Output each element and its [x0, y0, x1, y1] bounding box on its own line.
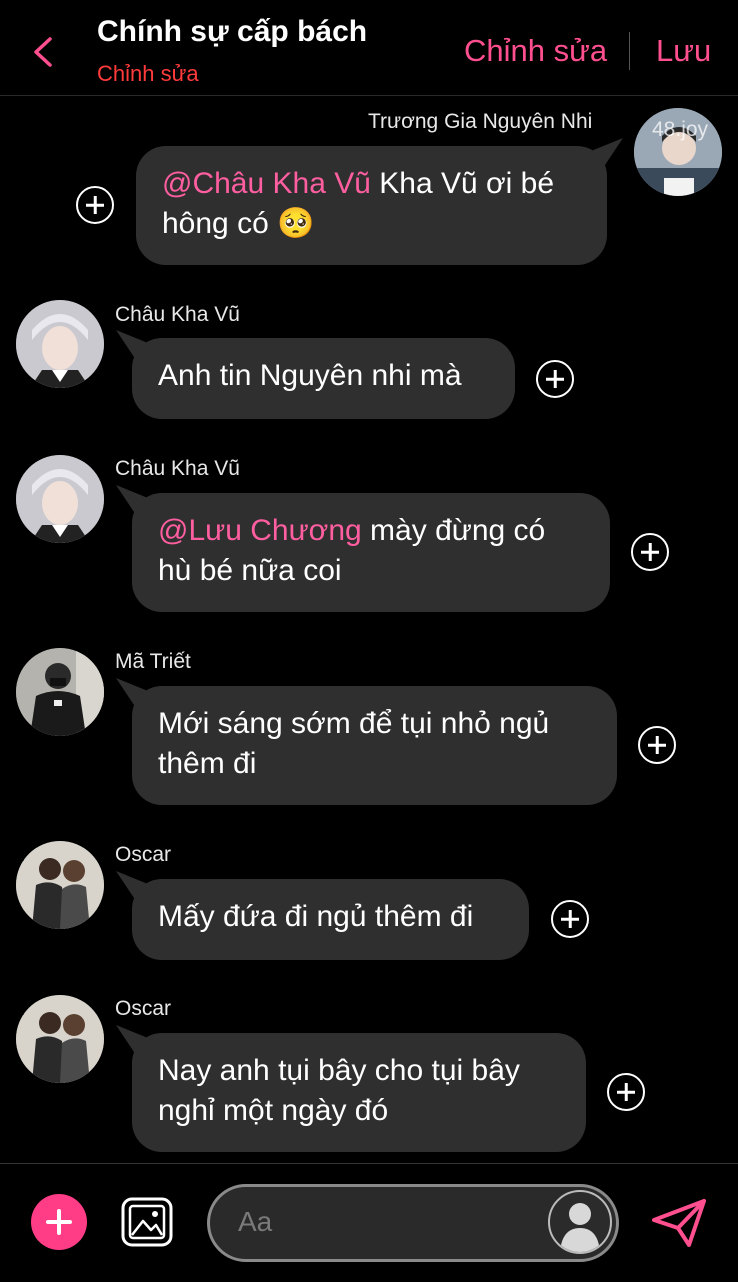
sender-name: Oscar: [115, 997, 172, 1020]
send-icon[interactable]: [651, 1198, 707, 1248]
add-reaction-icon[interactable]: [638, 726, 676, 764]
message-text: thêm đi: [158, 747, 257, 780]
add-reaction-icon[interactable]: [631, 533, 669, 571]
sender-name: Trương Gia Nguyên Nhi: [368, 110, 593, 133]
message-line: @Châu Kha Vũ Kha Vũ ơi bé: [162, 164, 581, 204]
message-text: mày đừng có: [361, 514, 546, 547]
message-bubble[interactable]: Anh tin Nguyên nhi mà: [132, 338, 515, 419]
avatar-photo-icon: [16, 648, 104, 736]
chat-title: Chính sự cấp bách: [97, 15, 368, 48]
message-text: Anh tin Nguyên nhi mà: [158, 359, 462, 392]
mention-tag[interactable]: @Châu Kha Vũ: [162, 167, 371, 200]
avatar[interactable]: [16, 841, 104, 929]
avatar-photo-icon: [16, 841, 104, 929]
sender-name: Mã Triết: [115, 650, 191, 673]
chat-header: Chính sự cấp bách Chỉnh sửa Chỉnh sửa Lư…: [0, 0, 738, 96]
composer-bar: Aa: [0, 1163, 738, 1282]
back-chevron-icon[interactable]: [30, 36, 56, 68]
sender-name: Châu Kha Vũ: [115, 303, 240, 326]
message-text: hù bé nữa coi: [158, 554, 342, 587]
message-input[interactable]: Aa: [207, 1184, 619, 1262]
add-reaction-icon[interactable]: [536, 360, 574, 398]
add-attachment-button[interactable]: [31, 1194, 87, 1250]
message-bubble[interactable]: @Châu Kha Vũ Kha Vũ ơi bé hông có 🥺: [136, 146, 607, 265]
edit-button[interactable]: Chỉnh sửa: [464, 33, 607, 69]
add-reaction-icon[interactable]: [76, 186, 114, 224]
message-text: Mới sáng sớm để tụi nhỏ ngủ: [158, 707, 550, 740]
avatar[interactable]: [16, 300, 104, 388]
add-reaction-icon[interactable]: [551, 900, 589, 938]
message-bubble[interactable]: Mấy đứa đi ngủ thêm đi: [132, 879, 529, 960]
message-text: hông có 🥺: [162, 207, 315, 240]
avatar[interactable]: [16, 455, 104, 543]
message-bubble[interactable]: Mới sáng sớm để tụi nhỏ ngủ thêm đi: [132, 686, 617, 805]
chat-subtitle[interactable]: Chỉnh sửa: [97, 61, 199, 87]
message-text: Nay anh tụi bây cho tụi bây: [158, 1054, 520, 1087]
avatar-watermark: 48.joy: [652, 118, 709, 141]
user-avatar-icon[interactable]: [548, 1190, 612, 1254]
message-bubble[interactable]: @Lưu Chương mày đừng có hù bé nữa coi: [132, 493, 610, 612]
avatar[interactable]: [16, 995, 104, 1083]
add-reaction-icon[interactable]: [607, 1073, 645, 1111]
header-divider: [629, 32, 630, 70]
message-text: Kha Vũ ơi bé: [370, 167, 555, 200]
image-icon[interactable]: [121, 1197, 173, 1247]
avatar[interactable]: 48.joy: [634, 108, 722, 196]
avatar-photo-icon: [16, 995, 104, 1083]
sender-name: Châu Kha Vũ: [115, 457, 240, 480]
avatar-photo-icon: [16, 455, 104, 543]
message-text: Mấy đứa đi ngủ thêm đi: [158, 900, 474, 933]
message-placeholder: Aa: [238, 1206, 273, 1237]
message-text: nghỉ một ngày đó: [158, 1094, 389, 1127]
message-bubble[interactable]: Nay anh tụi bây cho tụi bây nghỉ một ngà…: [132, 1033, 586, 1152]
save-button[interactable]: Lưu: [656, 33, 711, 69]
avatar[interactable]: [16, 648, 104, 736]
message-line: @Lưu Chương mày đừng có: [158, 511, 584, 551]
avatar-photo-icon: [16, 300, 104, 388]
mention-tag[interactable]: @Lưu Chương: [158, 514, 362, 547]
sender-name: Oscar: [115, 843, 172, 866]
